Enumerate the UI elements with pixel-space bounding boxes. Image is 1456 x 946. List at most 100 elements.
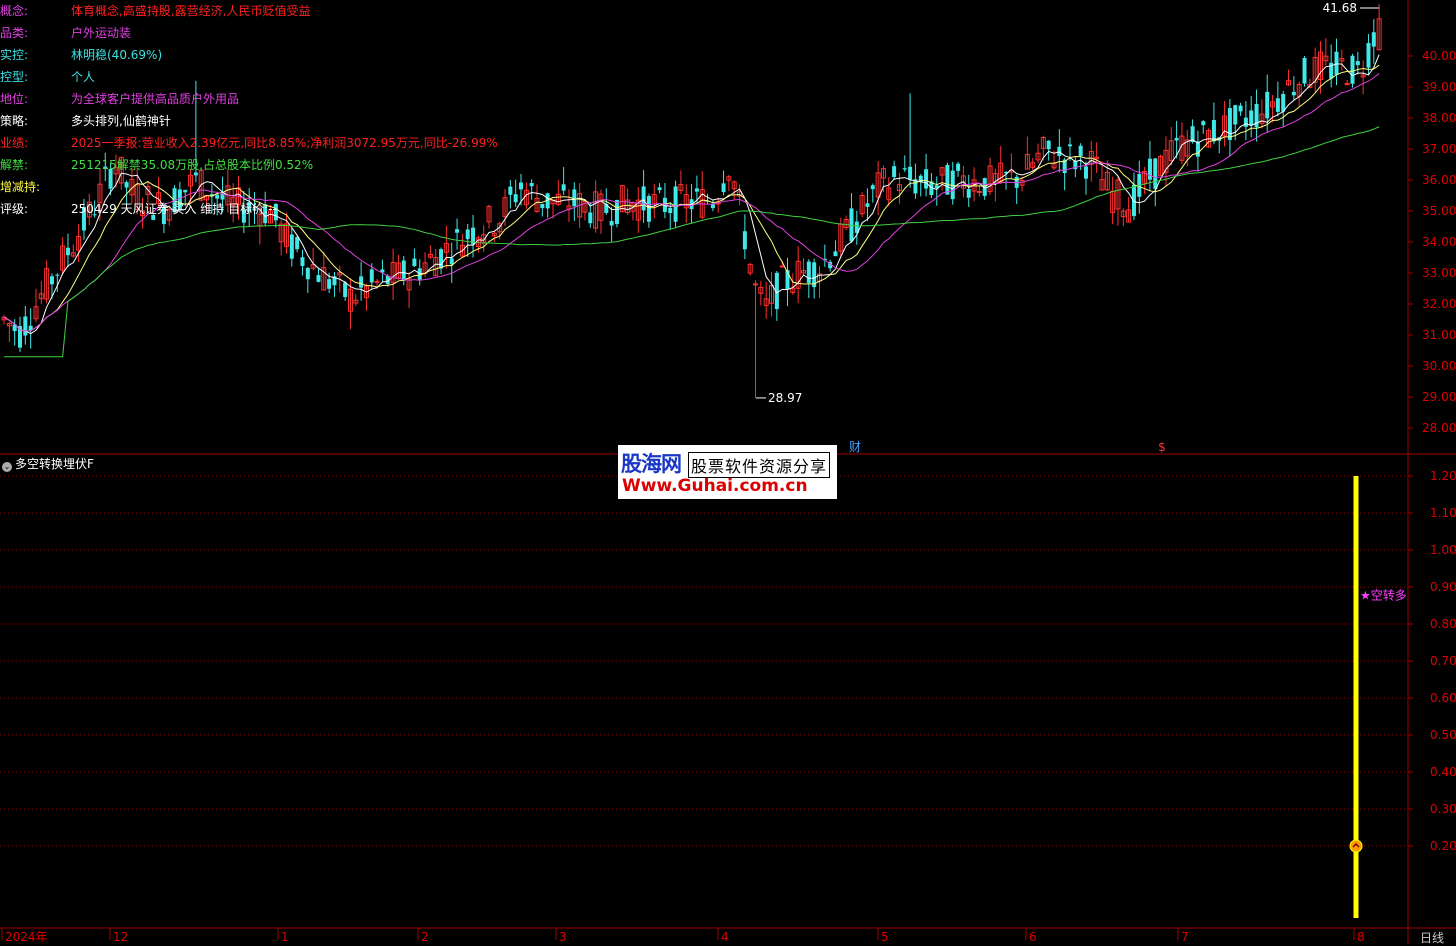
candle-body-down <box>1281 93 1286 112</box>
high-price-label: 41.68 <box>1323 1 1357 15</box>
indicator-tick-label: 1.10 <box>1430 506 1456 520</box>
candle-body-down <box>23 316 28 336</box>
candle-body-down <box>412 258 417 267</box>
candle-body-down <box>865 203 870 207</box>
time-axis-label: 7 <box>1181 930 1189 944</box>
info-label: 策略: <box>0 114 29 128</box>
candle-body-down <box>1147 158 1152 180</box>
candle-body-down <box>694 188 699 192</box>
indicator-tick-label: 0.60 <box>1430 691 1456 705</box>
candle-body-down <box>49 276 54 285</box>
indicator-tick-label: 0.70 <box>1430 654 1456 668</box>
info-label: 概念: <box>0 4 29 18</box>
candle-body-down <box>513 194 518 203</box>
info-label: 品类: <box>0 26 29 40</box>
candle-body-down <box>1291 91 1296 96</box>
indicator-tick-label: 0.90 <box>1430 580 1456 594</box>
candle-body-up <box>753 283 759 286</box>
candle-body-down <box>710 204 715 209</box>
candle-body-down <box>449 258 454 265</box>
candle-body-down <box>1131 184 1136 217</box>
info-value: 多头排列,仙鹤神针 <box>71 114 171 128</box>
time-axis-label: 2024年 <box>5 930 48 944</box>
candle-body-down <box>1275 98 1280 112</box>
time-axis-label: 4 <box>721 930 729 944</box>
candle-body-down <box>1227 108 1232 140</box>
price-tick-label: 29.00 <box>1422 390 1456 404</box>
indicator-tick-label: 1.20 <box>1430 469 1456 483</box>
candle-body-down <box>1211 119 1216 142</box>
candle-body-down <box>924 169 929 189</box>
candle-body-down <box>529 183 534 187</box>
time-axis-label: 5 <box>881 930 889 944</box>
watermark-subtitle: 股票软件资源分享 <box>688 452 831 478</box>
candle-body-down <box>1350 55 1355 84</box>
candle-body-down <box>183 189 188 193</box>
price-tick-label: 37.00 <box>1422 142 1456 156</box>
candle-body-down <box>327 279 332 289</box>
candle-body-down <box>289 234 294 259</box>
candle-body-down <box>1233 105 1238 125</box>
time-axis-label: 8 <box>1357 930 1365 944</box>
candle-body-down <box>305 267 310 280</box>
candle-body-down <box>401 260 406 281</box>
info-value: 体育概念,高盛持股,露营经济,人民币贬值受益 <box>71 4 311 18</box>
candle-body-down <box>1174 137 1179 141</box>
candle-body-down <box>614 200 619 225</box>
candle-body-down <box>966 189 971 198</box>
indicator-tick-label: 0.50 <box>1430 728 1456 742</box>
candle-body-down <box>1153 158 1158 189</box>
candle-body-down <box>833 251 838 257</box>
candle-body-down <box>646 196 651 222</box>
candle-body-down <box>870 185 875 190</box>
time-axis-label: 12 <box>113 930 128 944</box>
info-label: 业绩: <box>0 136 29 150</box>
candle-body-down <box>673 186 678 222</box>
price-tick-label: 40.00 <box>1422 49 1456 63</box>
candle-body-down <box>508 186 513 195</box>
indicator-tick-label: 0.30 <box>1430 802 1456 816</box>
event-finance-marker: 财 <box>849 440 861 454</box>
price-tick-label: 32.00 <box>1422 297 1456 311</box>
candle-body-down <box>519 182 524 190</box>
candle-body-down <box>1083 166 1088 179</box>
price-tick-label: 31.00 <box>1422 328 1456 342</box>
candle-body-down <box>1302 58 1307 84</box>
info-label: 增减持: <box>0 180 41 194</box>
candle-body-up <box>779 265 785 268</box>
candle-body-down <box>902 168 907 170</box>
candle-body-down <box>806 261 811 283</box>
candle-body-down <box>55 274 60 276</box>
candle-body-down <box>721 183 726 193</box>
indicator-title[interactable]: ⌄ 多空转换埋伏F <box>2 456 94 472</box>
info-label: 解禁: <box>0 158 29 172</box>
candle-body-down <box>1243 117 1248 127</box>
price-tick-label: 39.00 <box>1422 80 1456 94</box>
candle-body-down <box>300 257 305 266</box>
candle-body-down <box>295 237 300 250</box>
signal-label: ★空转多 <box>1360 587 1407 602</box>
price-tick-label: 35.00 <box>1422 204 1456 218</box>
info-value: 为全球客户提供高品质户外用品 <box>71 92 240 106</box>
info-label: 实控: <box>0 48 29 62</box>
candle-body-down <box>465 229 470 240</box>
candle-body-down <box>1238 105 1243 112</box>
info-value: 户外运动装 <box>71 26 132 40</box>
info-value: 251215解禁35.08万股,占总股本比例0.52% <box>71 158 314 172</box>
candle-body-down <box>439 249 444 269</box>
candle-body-down <box>316 275 321 282</box>
candle-body-down <box>588 212 593 224</box>
candle-body-down <box>956 163 961 171</box>
candle-body-down <box>1366 43 1371 68</box>
time-axis-label: 3 <box>559 930 567 944</box>
price-tick-label: 30.00 <box>1422 359 1456 373</box>
collapse-icon[interactable]: ⌄ <box>2 462 12 472</box>
watermark-logo: 股海网 股票软件资源分享 Www.Guhai.com.cn <box>618 445 837 499</box>
candle-body-down <box>124 182 129 188</box>
candle-body-down <box>1046 140 1051 150</box>
candle-body-down <box>892 166 897 178</box>
candle-body-down <box>742 231 747 250</box>
period-label[interactable]: 日线 <box>1420 929 1444 946</box>
candle-body-down <box>1195 141 1200 157</box>
indicator-tick-label: 0.40 <box>1430 765 1456 779</box>
